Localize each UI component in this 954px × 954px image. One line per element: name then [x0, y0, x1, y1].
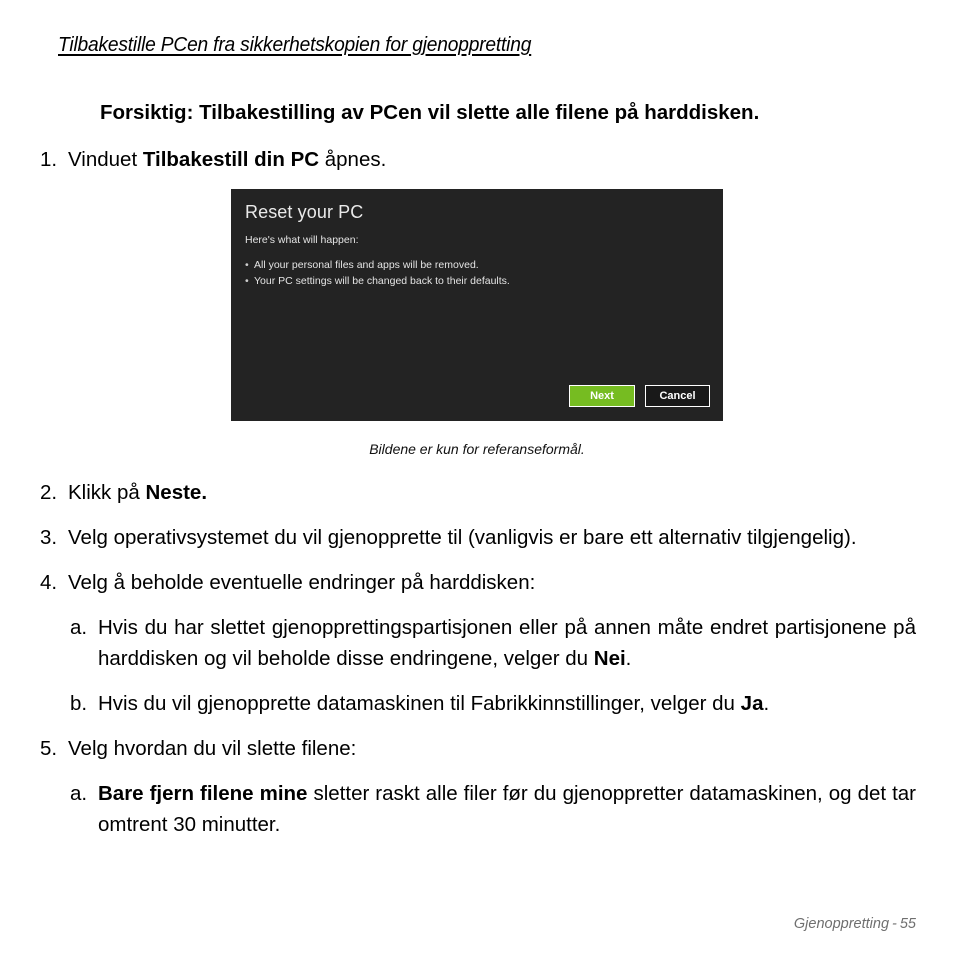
text-pre: Velg å beholde eventuelle endringer på h… — [68, 571, 536, 594]
footer-chapter: Gjenoppretting — [793, 916, 890, 932]
text-post: åpnes. — [319, 148, 387, 171]
footer-separator: - — [892, 916, 897, 932]
list-item-body: Klikk på Neste. — [68, 477, 916, 508]
text-pre: Vinduet — [68, 148, 143, 171]
text-post: . — [763, 692, 770, 715]
text-post: . — [625, 647, 632, 670]
text-bold: Nei — [593, 647, 626, 670]
caution-label: Forsiktig: — [100, 100, 194, 124]
text-pre: Hvis du har slettet gjenopprettingsparti… — [98, 616, 916, 670]
list-marker: 1. — [40, 148, 58, 171]
list-item-body: Vinduet Tilbakestill din PC åpnes. — [68, 144, 916, 175]
list-marker: a. — [70, 782, 88, 805]
list-item: a. Hvis du har slettet gjenopprettingspa… — [0, 612, 954, 674]
text-pre: Klikk på — [68, 481, 146, 504]
list-item-body: Bare fjern filene mine sletter raskt all… — [98, 778, 916, 840]
list-item: 5. Velg hvordan du vil slette filene: — [0, 733, 954, 764]
list-item-body: Hvis du vil gjenopprette datamaskinen ti… — [98, 688, 916, 719]
screenshot-button-row: Next Cancel — [231, 189, 723, 421]
reset-your-pc-screenshot: Reset your PC Here's what will happen: •… — [231, 189, 723, 421]
section-heading: Tilbakestille PCen fra sikkerhetskopien … — [58, 34, 532, 56]
text-bold: Tilbakestill din PC — [142, 148, 320, 171]
list-marker: 3. — [40, 526, 58, 549]
figure-slot: Reset your PC Here's what will happen: •… — [0, 189, 954, 477]
document-page: Tilbakestille PCen fra sikkerhetskopien … — [0, 0, 954, 954]
caution-paragraph: Forsiktig: Tilbakestilling av PCen vil s… — [100, 97, 916, 128]
list-item: 3. Velg operativsystemet du vil gjenoppr… — [0, 522, 954, 553]
figure: Reset your PC Here's what will happen: •… — [0, 189, 954, 457]
steps-list: 1. Vinduet Tilbakestill din PC åpnes. Re… — [0, 144, 954, 854]
list-item: a. Bare fjern filene mine sletter raskt … — [0, 778, 954, 840]
list-item: 4. Velg å beholde eventuelle endringer p… — [0, 567, 954, 598]
list-item-body: Hvis du har slettet gjenopprettingsparti… — [98, 612, 916, 674]
caution-text: Tilbakestilling av PCen vil slette alle … — [199, 100, 760, 124]
text-bold: Ja — [740, 692, 764, 715]
text-bold: Neste. — [145, 481, 208, 504]
list-item-body: Velg operativsystemet du vil gjenopprett… — [68, 522, 916, 553]
list-item: 1. Vinduet Tilbakestill din PC åpnes. — [0, 144, 954, 175]
text-pre: Velg operativsystemet du vil gjenopprett… — [68, 526, 857, 549]
list-item-body: Velg å beholde eventuelle endringer på h… — [68, 567, 916, 598]
page-footer: Gjenoppretting -55 — [794, 916, 916, 932]
list-item: 2. Klikk på Neste. — [0, 477, 954, 508]
footer-page-number: 55 — [899, 916, 916, 932]
figure-caption: Bildene er kun for referanseformål. — [369, 441, 585, 457]
next-button[interactable]: Next — [569, 385, 635, 407]
list-marker: a. — [70, 616, 88, 639]
text-bold: Bare fjern filene mine — [98, 782, 308, 805]
list-marker: b. — [70, 692, 88, 715]
list-marker: 2. — [40, 481, 58, 504]
text-pre: Velg hvordan du vil slette filene: — [68, 737, 357, 760]
text-pre: Hvis du vil gjenopprette datamaskinen ti… — [98, 692, 741, 715]
list-item: b. Hvis du vil gjenopprette datamaskinen… — [0, 688, 954, 719]
list-marker: 4. — [40, 571, 58, 594]
list-item-body: Velg hvordan du vil slette filene: — [68, 733, 916, 764]
list-marker: 5. — [40, 737, 58, 760]
cancel-button[interactable]: Cancel — [645, 385, 710, 407]
